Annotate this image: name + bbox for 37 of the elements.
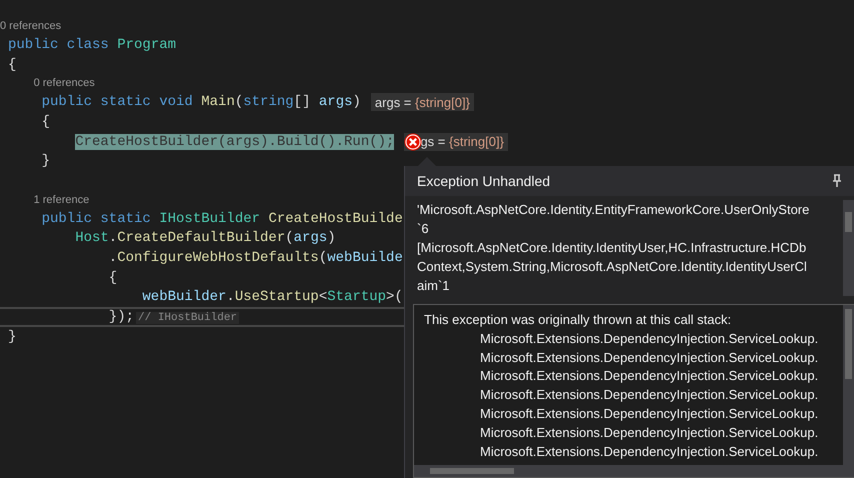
datatip[interactable]: gs = {string[0]} xyxy=(404,132,508,151)
reference-count[interactable]: 1 reference xyxy=(34,194,90,206)
code-line: .ConfigureWebHostDefaults(webBuilde xyxy=(108,250,403,266)
code-line: { xyxy=(108,270,118,286)
call-stack-heading: This exception was originally thrown at this call stack: xyxy=(424,311,732,329)
code-line: { xyxy=(8,56,16,73)
code-line: } xyxy=(8,328,16,345)
exception-message-line: Context,System.String,Microsoft.AspNetCore.Identity.IdentityUserCl xyxy=(417,258,808,276)
reference-count[interactable]: 0 references xyxy=(34,77,95,90)
exception-message-line: [Microsoft.AspNetCore.Identity.IdentityUser,HC.Infrastructure.HCDb xyxy=(417,239,808,257)
stack-frame[interactable]: Microsoft.Extensions.DependencyInjection.ServiceLookup. xyxy=(480,387,818,402)
stack-frame[interactable]: Microsoft.Extensions.DependencyInjection.ServiceLookup. xyxy=(480,350,818,365)
vertical-scrollbar[interactable] xyxy=(843,200,854,296)
stack-frame[interactable]: Microsoft.Extensions.DependencyInjection.ServiceLookup. xyxy=(480,368,818,384)
code-line: }); // IHostBuilder xyxy=(108,309,240,326)
horizontal-scrollbar[interactable] xyxy=(414,465,854,477)
code-line: public static void Main(string[] args) xyxy=(42,94,361,110)
vertical-scrollbar[interactable] xyxy=(843,305,854,465)
stack-frame[interactable]: Microsoft.Extensions.DependencyInjection.ServiceLookup. xyxy=(480,444,818,459)
stack-frame[interactable]: Microsoft.Extensions.DependencyInjection.ServiceLookup. xyxy=(480,330,818,346)
popup-title: Exception Unhandled xyxy=(417,173,552,189)
code-line: public static IHostBuilder CreateHostBuilde xyxy=(42,210,403,227)
exception-message-line: aim`1 xyxy=(417,277,451,295)
stack-frame[interactable]: Microsoft.Extensions.DependencyInjection.ServiceLookup. xyxy=(480,406,818,421)
code-line: { xyxy=(42,114,50,130)
exception-message-line: 'Microsoft.AspNetCore.Identity.EntityFrameworkCore.UserOnlyStore xyxy=(417,201,810,219)
datatip-text: args = {string[0]} xyxy=(374,94,470,110)
datatip-text: gs = {string[0]} xyxy=(420,134,504,150)
exception-message-line: `6 xyxy=(417,220,430,238)
code-line: Host.CreateDefaultBuilder(args) xyxy=(75,230,336,246)
pin-icon[interactable] xyxy=(832,174,842,188)
code-line: webBuilder.UseStartup<Startup>( xyxy=(142,289,403,306)
code-line: public class Program xyxy=(8,36,176,53)
stack-frame[interactable]: Microsoft.Extensions.DependencyInjection.ServiceLookup. xyxy=(480,424,818,440)
datatip[interactable]: args = {string[0]} xyxy=(370,93,474,112)
reference-count[interactable]: 0 references xyxy=(0,20,62,32)
code-line: } xyxy=(42,153,50,170)
